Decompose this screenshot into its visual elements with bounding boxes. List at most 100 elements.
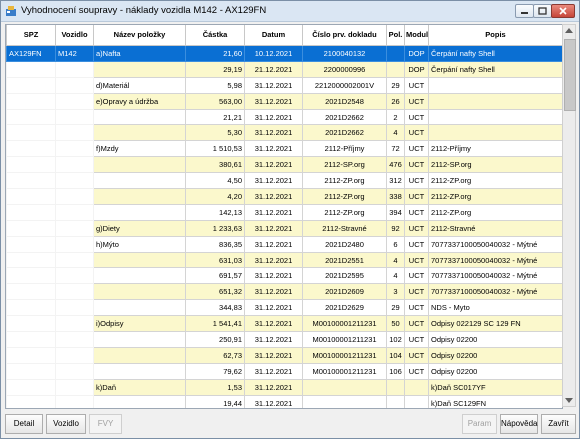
cell-castka[interactable]: 836,35 (185, 235, 245, 253)
col-header-castka[interactable]: Částka (185, 25, 245, 46)
cell-popis[interactable]: Odpisy 02200 (428, 346, 562, 364)
cell-nazev[interactable] (93, 346, 186, 364)
cell-popis[interactable]: Odpisy 02200 (428, 331, 562, 348)
cell-pol[interactable]: 2 (386, 108, 405, 126)
cell-pol[interactable] (386, 394, 405, 408)
minimize-button[interactable] (515, 4, 534, 18)
cell-popis[interactable]: 7077337100050040032 - Mýtné (428, 283, 562, 301)
cell-popis[interactable]: Odpisy 02200 (428, 362, 562, 380)
cell-doklad[interactable]: 2021D2595 (302, 267, 387, 285)
cell-datum[interactable]: 31.12.2021 (244, 394, 303, 408)
table-row[interactable]: 651,32 31.12.2021 2021D2609 3 UCT 70773371000… (6, 283, 562, 301)
cell-nazev[interactable]: h)Mýto (93, 235, 186, 253)
col-header-datum[interactable]: Datum (244, 25, 303, 46)
cell-datum[interactable]: 31.12.2021 (244, 378, 303, 396)
cell-doklad[interactable]: 2021D2662 (302, 108, 387, 126)
cell-spz[interactable] (6, 156, 56, 174)
cell-nazev[interactable] (93, 156, 186, 174)
col-header-modul[interactable]: Modul (404, 25, 429, 46)
cell-popis[interactable]: 7077337100050040032 - Mýtné (428, 235, 562, 253)
cell-pol[interactable] (386, 378, 405, 396)
maximize-button[interactable] (533, 4, 552, 18)
cell-modul[interactable]: UCT (404, 188, 429, 205)
param-button[interactable]: Param (462, 414, 497, 434)
cell-pol[interactable]: 3 (386, 283, 405, 301)
table-row[interactable]: 21,21 31.12.2021 2021D2662 2 UCT (6, 108, 562, 126)
cell-doklad[interactable]: 2112-ZP.org (302, 188, 387, 205)
cell-popis[interactable] (428, 92, 562, 110)
cell-popis[interactable]: Čerpání nafty Shell (428, 60, 562, 78)
cell-datum[interactable]: 31.12.2021 (244, 299, 303, 317)
cell-popis[interactable]: 2112-Stravné (428, 219, 562, 237)
cell-castka[interactable]: 4,50 (185, 172, 245, 190)
cell-modul[interactable]: UCT (404, 76, 429, 94)
cell-pol[interactable]: 50 (386, 315, 405, 333)
cell-castka[interactable]: 79,62 (185, 362, 245, 380)
data-grid[interactable]: SPZ Vozidlo Název položky Částka Datum Č… (5, 24, 563, 409)
table-row[interactable]: 29,19 21.12.2021 2200000996 DOP Čerpání naft… (6, 60, 562, 78)
cell-popis[interactable]: 2112-Příjmy (428, 140, 562, 158)
cell-spz[interactable] (6, 299, 56, 317)
cell-modul[interactable]: DOP (404, 60, 429, 78)
cell-doklad[interactable]: M00100001211231 (302, 331, 387, 348)
cell-pol[interactable]: 102 (386, 331, 405, 348)
cell-nazev[interactable] (93, 299, 186, 317)
cell-nazev[interactable] (93, 124, 186, 142)
cell-doklad[interactable]: 2021D2548 (302, 92, 387, 110)
cell-doklad[interactable]: 2112-Stravné (302, 219, 387, 237)
cell-castka[interactable]: 5,98 (185, 76, 245, 94)
cell-castka[interactable]: 4,20 (185, 188, 245, 205)
table-row[interactable]: 79,62 31.12.2021 M00100001211231 106 UCT Odpi… (6, 362, 562, 380)
cell-nazev[interactable] (93, 283, 186, 301)
cell-castka[interactable]: 21,60 (185, 45, 245, 62)
cell-modul[interactable]: UCT (404, 92, 429, 110)
table-row[interactable]: d)Materiál 5,98 31.12.2021 2212000002001V 29… (6, 76, 562, 94)
cell-datum[interactable]: 31.12.2021 (244, 362, 303, 380)
cell-doklad[interactable]: M00100001211231 (302, 346, 387, 364)
cell-modul[interactable]: UCT (404, 346, 429, 364)
cell-datum[interactable]: 31.12.2021 (244, 315, 303, 333)
cell-doklad[interactable]: 2112-Příjmy (302, 140, 387, 158)
col-header-doklad[interactable]: Číslo prv. dokladu (302, 25, 387, 46)
cell-modul[interactable]: UCT (404, 362, 429, 380)
cell-castka[interactable]: 142,13 (185, 203, 245, 221)
cell-popis[interactable]: 2112-ZP.org (428, 203, 562, 221)
table-row[interactable]: 344,83 31.12.2021 2021D2629 29 UCT NDS - Myto (6, 299, 562, 317)
cell-pol[interactable]: 92 (386, 219, 405, 237)
cell-datum[interactable]: 31.12.2021 (244, 172, 303, 190)
cell-doklad[interactable]: 2100040132 (302, 45, 387, 62)
col-header-pol[interactable]: Pol. (386, 25, 405, 46)
cell-datum[interactable]: 31.12.2021 (244, 108, 303, 126)
cell-popis[interactable]: 2112-SP.org (428, 156, 562, 174)
cell-castka[interactable]: 631,03 (185, 251, 245, 269)
cell-spz[interactable] (6, 362, 56, 380)
cell-doklad[interactable]: 2021D2480 (302, 235, 387, 253)
cell-popis[interactable]: NDS - Myto (428, 299, 562, 317)
cell-datum[interactable]: 31.12.2021 (244, 251, 303, 269)
cell-modul[interactable]: UCT (404, 219, 429, 237)
table-row[interactable]: k)Daň 1,53 31.12.2021 k)Daň SC017YF (6, 378, 562, 396)
cell-modul[interactable]: UCT (404, 267, 429, 285)
cell-pol[interactable]: 106 (386, 362, 405, 380)
cell-castka[interactable]: 1 541,41 (185, 315, 245, 333)
cell-datum[interactable]: 31.12.2021 (244, 283, 303, 301)
cell-popis[interactable] (428, 108, 562, 126)
cell-nazev[interactable] (93, 172, 186, 190)
cell-modul[interactable]: UCT (404, 299, 429, 317)
cell-spz[interactable] (6, 203, 56, 221)
cell-nazev[interactable] (93, 108, 186, 126)
cell-nazev[interactable] (93, 251, 186, 269)
cell-vozidlo[interactable] (55, 203, 94, 221)
cell-nazev[interactable] (93, 394, 186, 408)
cell-datum[interactable]: 31.12.2021 (244, 219, 303, 237)
table-row[interactable]: e)Opravy a údržba 563,00 31.12.2021 2021D25… (6, 92, 562, 110)
cell-spz[interactable] (6, 394, 56, 408)
cell-vozidlo[interactable] (55, 76, 94, 94)
col-header-popis[interactable]: Popis (428, 25, 562, 46)
cell-vozidlo[interactable] (55, 362, 94, 380)
cell-castka[interactable]: 21,21 (185, 108, 245, 126)
cell-modul[interactable]: UCT (404, 331, 429, 348)
cell-doklad[interactable]: 2112-SP.org (302, 156, 387, 174)
table-row[interactable]: 380,61 31.12.2021 2112-SP.org 476 UCT 2112-SP… (6, 156, 562, 174)
cell-castka[interactable]: 19,44 (185, 394, 245, 408)
